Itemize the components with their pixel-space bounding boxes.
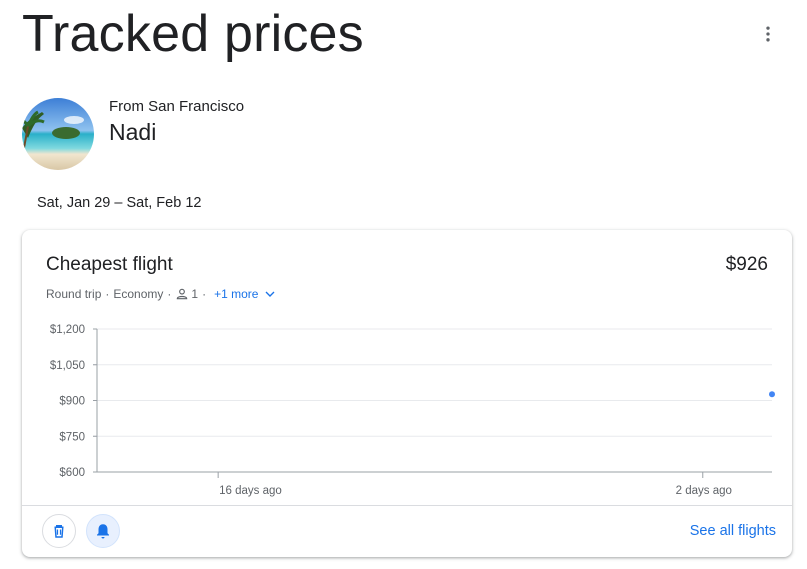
delete-tracking-button[interactable] xyxy=(42,514,76,548)
price-point xyxy=(769,391,775,398)
cabin-class: Economy xyxy=(113,287,164,301)
passenger-count: 1 xyxy=(191,287,199,301)
chevron-down-icon xyxy=(265,291,275,297)
separator: · xyxy=(167,287,172,301)
trip-dates: Sat, Jan 29 – Sat, Feb 12 xyxy=(37,195,202,211)
more-details-label: +1 more xyxy=(214,287,259,301)
y-tick-label: $1,200 xyxy=(50,324,85,336)
card-price: $926 xyxy=(725,254,768,275)
destination-label: Nadi xyxy=(109,119,157,145)
x-tick-label: 2 days ago xyxy=(676,485,732,497)
more-details-link[interactable]: +1 more xyxy=(214,286,278,302)
destination-image xyxy=(22,98,94,170)
price-alert-button[interactable] xyxy=(86,514,120,548)
see-all-flights-link[interactable]: See all flights xyxy=(690,523,776,539)
more-vert-icon xyxy=(766,26,770,42)
y-tick-label: $900 xyxy=(59,396,85,408)
y-tick-label: $750 xyxy=(59,431,85,443)
separator: · xyxy=(105,287,110,301)
origin-label: From San Francisco xyxy=(109,98,245,115)
trip-details: Round trip · Economy · 1 · +1 more xyxy=(46,286,278,302)
x-tick-label: 16 days ago xyxy=(219,485,282,497)
page-title: Tracked prices xyxy=(22,5,364,63)
bell-icon xyxy=(97,524,109,539)
card-title: Cheapest flight xyxy=(46,254,173,275)
y-tick-label: $1,050 xyxy=(50,360,85,372)
trash-icon xyxy=(54,525,64,538)
y-tick-label: $600 xyxy=(59,467,85,479)
price-history-chart: $1,200 $1,050 $900 $750 $600 16 days ago 2 day… xyxy=(50,324,775,497)
trip-type: Round trip xyxy=(46,287,102,301)
separator: · xyxy=(202,287,207,301)
card-footer: See all flights xyxy=(22,505,792,557)
more-options-button[interactable] xyxy=(752,18,784,50)
cheapest-flight-card: Cheapest flight $926 Round trip · Econom… xyxy=(22,230,792,557)
tracked-prices-page: Tracked prices From San Francisco Nadi S… xyxy=(0,0,807,569)
person-icon xyxy=(177,288,188,300)
